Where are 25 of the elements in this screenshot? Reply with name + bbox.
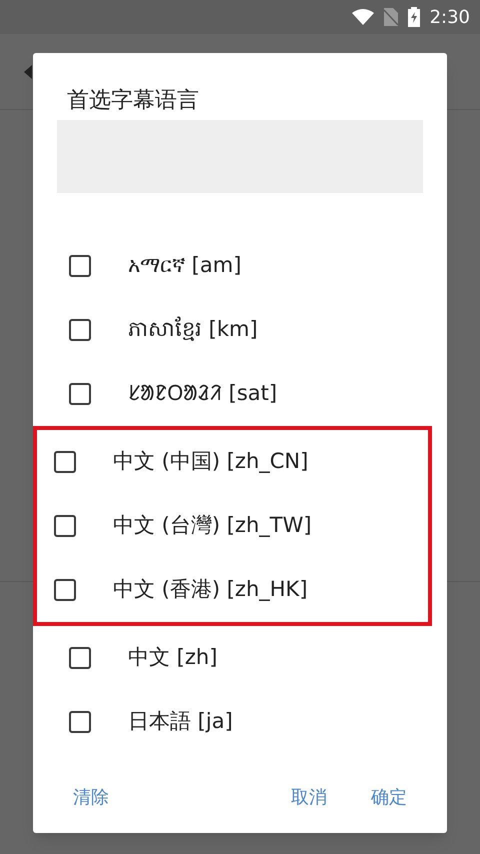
language-label[interactable]: ភាសាខ្មែរ [km] (128, 314, 258, 346)
checkbox[interactable] (69, 647, 91, 669)
language-label[interactable]: 日本語 [ja] (128, 706, 233, 738)
checkbox[interactable] (69, 319, 91, 341)
back-arrow-icon[interactable] (24, 64, 34, 78)
language-label[interactable]: 中文 (香港) [zh_HK] (113, 574, 308, 606)
checkbox[interactable] (54, 579, 76, 601)
status-time: 2:30 (430, 6, 470, 30)
cancel-button[interactable]: 取消 (281, 778, 337, 816)
checkbox[interactable] (54, 515, 76, 537)
checkbox[interactable] (69, 255, 91, 277)
battery-charging-icon (408, 7, 420, 27)
dialog-title: 首选字幕语言 (67, 87, 199, 115)
language-label[interactable]: ᱥᱟᱱᱛᱟᱲᱤ [sat] (128, 378, 278, 410)
ok-button[interactable]: 确定 (361, 778, 417, 816)
wifi-icon (352, 9, 374, 25)
language-label[interactable]: 中文 (中国) [zh_CN] (113, 446, 308, 478)
language-label[interactable]: 中文 (台灣) [zh_TW] (113, 510, 312, 542)
checkbox[interactable] (69, 383, 91, 405)
language-label[interactable]: አማርኛ [am] (128, 250, 242, 282)
language-label[interactable]: 中文 [zh] (128, 642, 218, 674)
clear-button[interactable]: 清除 (63, 778, 119, 816)
checkbox[interactable] (54, 451, 76, 473)
checkbox[interactable] (69, 711, 91, 733)
no-sim-icon (384, 8, 398, 26)
